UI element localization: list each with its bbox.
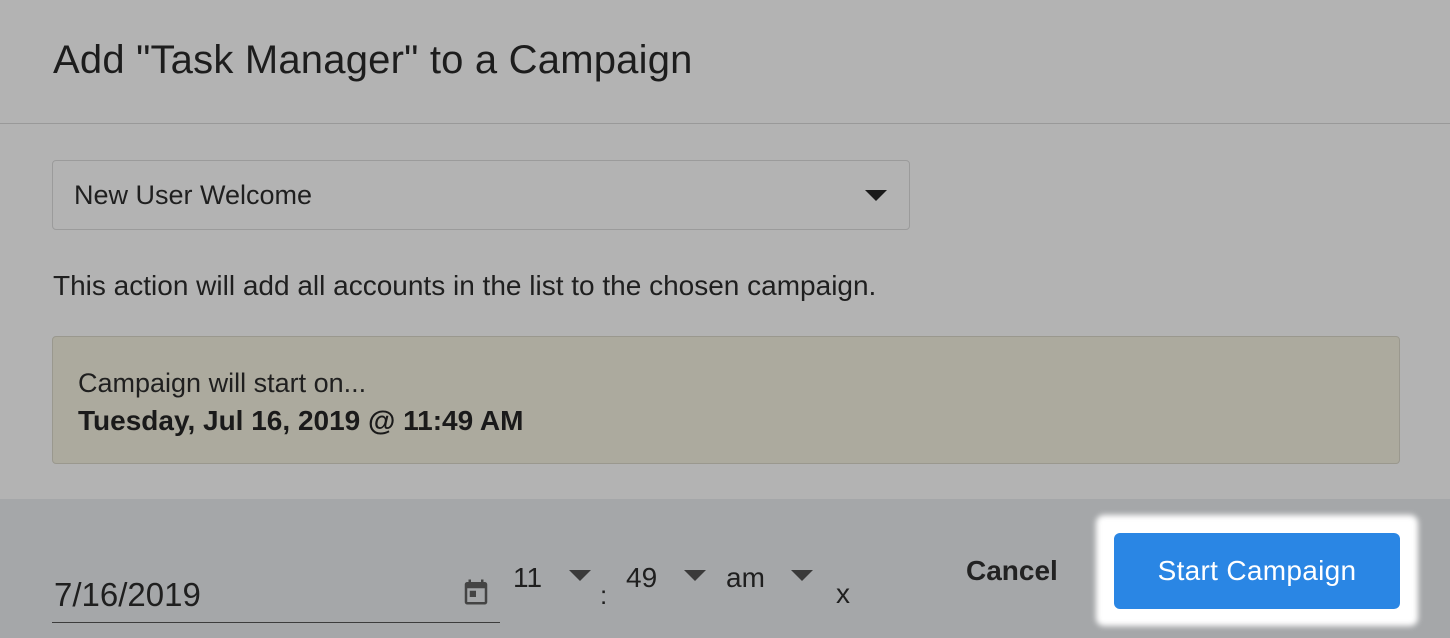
hour-select-value[interactable]: 11 bbox=[513, 562, 542, 594]
ampm-select-value[interactable]: am bbox=[726, 562, 765, 594]
ampm-caret-down-icon[interactable] bbox=[791, 570, 813, 581]
clear-time-button[interactable]: x bbox=[836, 578, 850, 610]
start-notice-label: Campaign will start on... bbox=[78, 368, 367, 398]
campaign-select-value: New User Welcome bbox=[74, 180, 313, 210]
start-notice-datetime: Tuesday, Jul 16, 2019 @ 11:49 AM bbox=[78, 405, 524, 436]
minute-caret-down-icon[interactable] bbox=[684, 570, 706, 581]
cancel-button[interactable]: Cancel bbox=[966, 555, 1058, 587]
date-input[interactable]: 7/16/2019 bbox=[52, 563, 500, 623]
start-campaign-button[interactable]: Start Campaign bbox=[1114, 533, 1400, 609]
dialog-title: Add "Task Manager" to a Campaign bbox=[53, 38, 693, 82]
hour-caret-down-icon[interactable] bbox=[569, 570, 591, 581]
time-separator: : bbox=[600, 580, 608, 610]
campaign-select[interactable]: New User Welcome bbox=[52, 160, 910, 230]
date-input-value: 7/16/2019 bbox=[54, 576, 201, 613]
info-text: This action will add all accounts in the… bbox=[53, 270, 877, 301]
dialog-header: Add "Task Manager" to a Campaign bbox=[0, 0, 1450, 124]
minute-select-value[interactable]: 49 bbox=[626, 562, 657, 594]
caret-down-icon bbox=[865, 190, 887, 201]
calendar-icon[interactable] bbox=[461, 577, 491, 607]
start-notice: Campaign will start on... Tuesday, Jul 1… bbox=[52, 336, 1400, 464]
